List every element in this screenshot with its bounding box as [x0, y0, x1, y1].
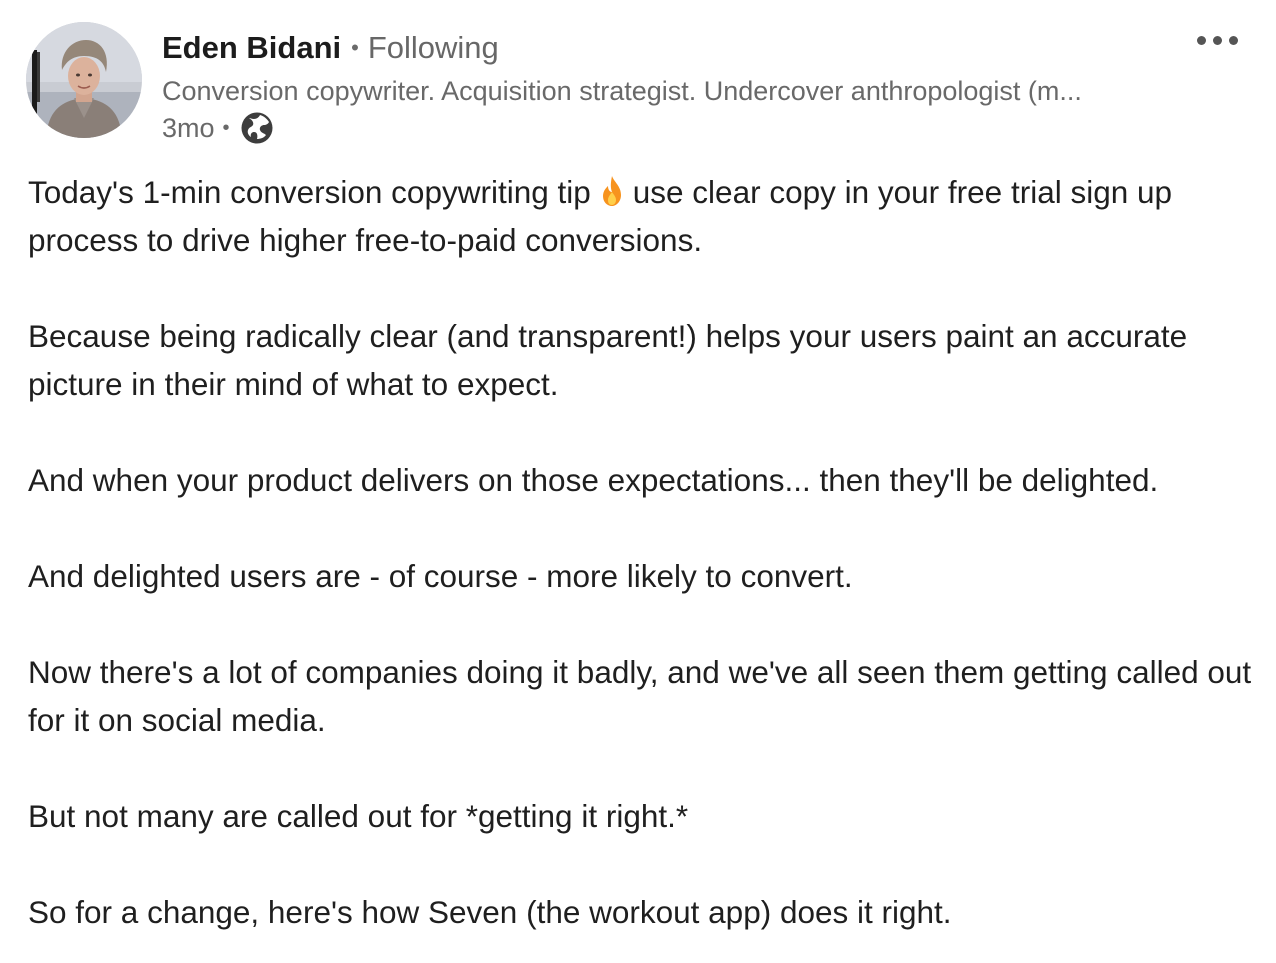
fire-emoji-icon — [597, 174, 627, 208]
feed-post: Eden Bidani • Following Conversion copyw… — [0, 0, 1276, 963]
post-paragraph: So for a change, here's how Seven (the w… — [28, 894, 952, 930]
paragraph-text: Today's 1-min conversion copywriting tip — [28, 174, 591, 210]
author-line: Eden Bidani • Following — [162, 26, 499, 70]
post-paragraph: Now there's a lot of companies doing it … — [28, 654, 1252, 738]
more-dot — [1228, 35, 1238, 45]
separator-dot: • — [351, 35, 359, 60]
more-options-icon[interactable] — [1185, 24, 1249, 56]
separator-dot: • — [222, 116, 230, 139]
more-dot — [1196, 35, 1206, 45]
author-name[interactable]: Eden Bidani — [162, 30, 341, 66]
post-body: Today's 1-min conversion copywriting tip… — [28, 168, 1258, 936]
post-paragraph: And delighted users are - of course - mo… — [28, 558, 853, 594]
follow-status[interactable]: Following — [368, 30, 499, 66]
more-dot — [1212, 35, 1222, 45]
globe-icon — [240, 111, 274, 145]
post-paragraph: Today's 1-min conversion copywriting tip… — [28, 168, 1258, 264]
post-paragraph: Because being radically clear (and trans… — [28, 318, 1188, 402]
author-headline: Conversion copywriter. Acquisition strat… — [162, 76, 1082, 106]
post-paragraph: And when your product delivers on those … — [28, 462, 1159, 498]
avatar-photo — [26, 22, 142, 138]
post-meta: 3mo • — [162, 108, 274, 148]
post-paragraph: But not many are called out for *getting… — [28, 798, 689, 834]
author-avatar[interactable] — [26, 22, 142, 138]
post-time[interactable]: 3mo — [162, 113, 215, 144]
